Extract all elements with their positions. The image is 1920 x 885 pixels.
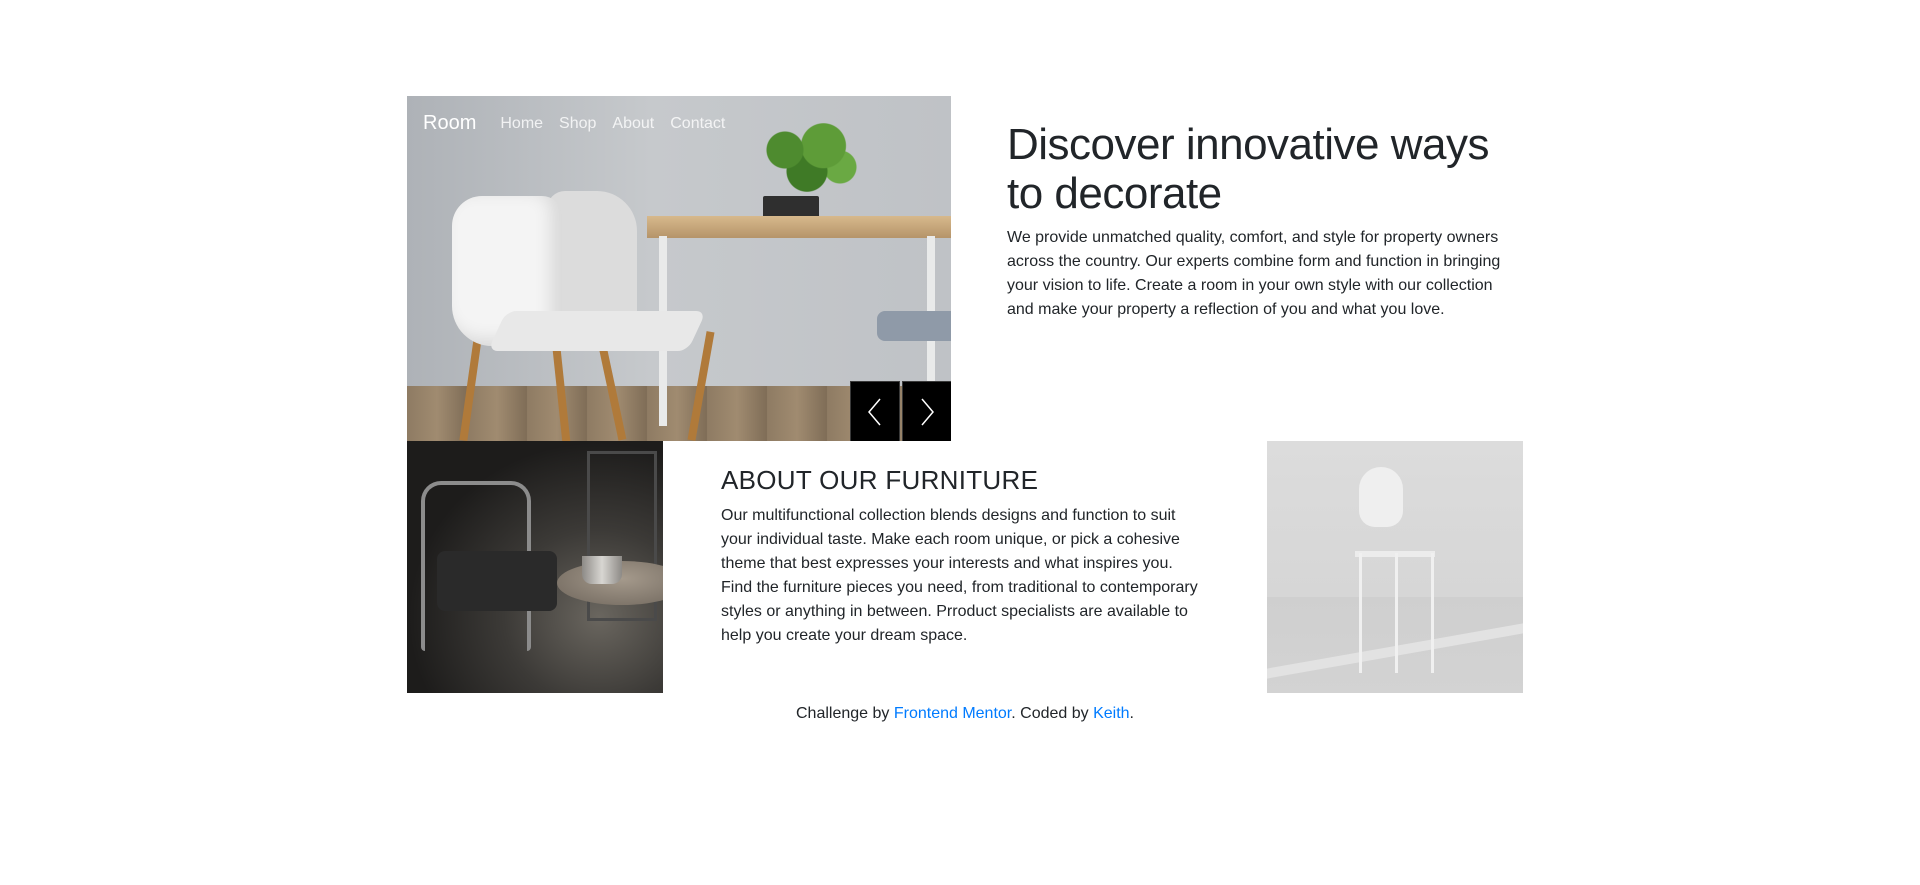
- chevron-left-icon: [868, 398, 881, 425]
- hero-image: Room Home Shop About Contact: [407, 96, 951, 441]
- intro-title: Discover innovative ways to decorate: [1007, 120, 1489, 218]
- main-navigation: Room Home Shop About Contact: [423, 112, 741, 135]
- dark-furniture-image: [407, 441, 663, 693]
- light-chair-image: [1267, 441, 1523, 693]
- page-container: Room Home Shop About Contact Discover in…: [407, 96, 1523, 734]
- brand-logo[interactable]: Room: [423, 112, 476, 135]
- carousel-prev-button[interactable]: [850, 381, 900, 441]
- nav-link-contact[interactable]: Contact: [670, 115, 725, 133]
- footer-prefix: Challenge by: [796, 705, 894, 722]
- footer-suffix: .: [1129, 705, 1134, 722]
- table: [647, 216, 951, 238]
- intro-section: Discover innovative ways to decorate We …: [1007, 120, 1507, 322]
- nav-link-shop[interactable]: Shop: [559, 115, 596, 133]
- attribution-footer: Challenge by Frontend Mentor. Coded by K…: [407, 705, 1523, 723]
- chevron-right-icon: [921, 398, 934, 425]
- nav-link-about[interactable]: About: [612, 115, 654, 133]
- frontend-mentor-link[interactable]: Frontend Mentor: [894, 705, 1011, 722]
- carousel-next-button[interactable]: [902, 381, 951, 441]
- nav-link-home[interactable]: Home: [500, 115, 543, 133]
- footer-middle: . Coded by: [1011, 705, 1094, 722]
- about-body: Our multifunctional collection blends de…: [721, 507, 1198, 644]
- intro-body: We provide unmatched quality, comfort, a…: [1007, 229, 1501, 318]
- about-section: ABOUT OUR FURNITURE Our multifunctional …: [721, 464, 1201, 648]
- author-link[interactable]: Keith: [1093, 705, 1129, 722]
- bonsai-plant: [752, 116, 862, 201]
- about-title: ABOUT OUR FURNITURE: [721, 465, 1039, 495]
